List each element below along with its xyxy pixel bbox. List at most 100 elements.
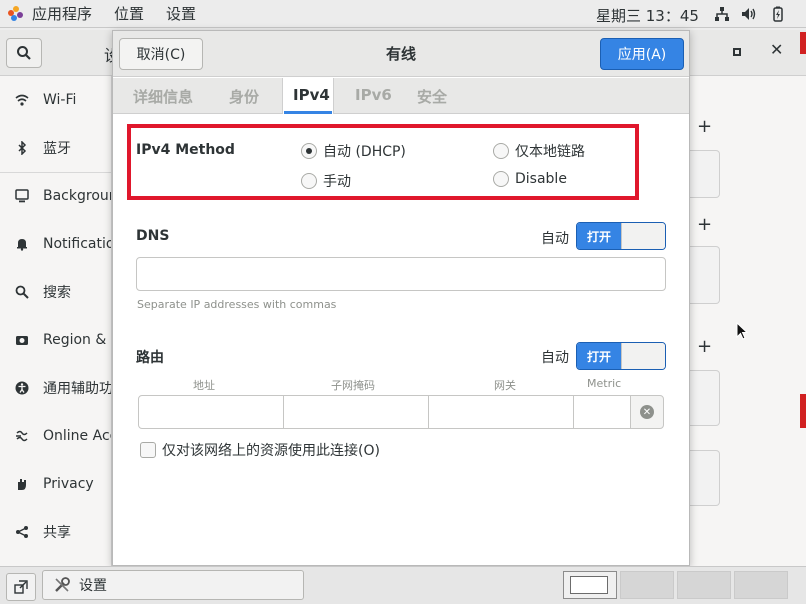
- bell-icon: [15, 237, 29, 251]
- radio-button[interactable]: [493, 171, 509, 187]
- settings-tools-icon: [55, 577, 70, 592]
- add-proxy-icon[interactable]: +: [697, 336, 712, 357]
- route-delete-button[interactable]: ✕: [630, 395, 664, 429]
- sidebar-item-wifi[interactable]: Wi-Fi: [0, 80, 111, 120]
- route-address-input[interactable]: [138, 395, 284, 429]
- clock[interactable]: 星期三 13：45: [596, 5, 699, 26]
- routes-auto-label: 自动: [541, 350, 569, 366]
- search-button[interactable]: [6, 38, 42, 68]
- volume-icon[interactable]: [741, 6, 757, 22]
- checkbox-label: 仅对该网络上的资源使用此连接(O): [162, 443, 380, 459]
- dns-label: DNS: [136, 228, 170, 244]
- workspace-2[interactable]: [620, 571, 674, 599]
- sidebar-item-label: 通用辅助功能: [43, 381, 112, 397]
- sidebar-item-label: Privacy: [43, 476, 94, 492]
- radio-button[interactable]: [301, 173, 317, 189]
- sidebar-item-online-accounts[interactable]: Online Accounts: [0, 416, 111, 456]
- radio-disable[interactable]: Disable: [493, 171, 567, 187]
- radio-label: 仅本地链路: [515, 144, 585, 160]
- bottom-taskbar: 设置: [0, 566, 806, 604]
- switch-on-label: 打开: [577, 343, 621, 369]
- network-row-box[interactable]: [690, 150, 720, 198]
- dns-auto-label: 自动: [541, 231, 569, 247]
- apply-button[interactable]: 应用(A): [600, 38, 684, 70]
- radio-label: 手动: [323, 174, 351, 190]
- sidebar-item-label: 蓝牙: [43, 141, 71, 157]
- tab-ipv4[interactable]: IPv4: [293, 86, 330, 104]
- sidebar-item-background[interactable]: Background: [0, 176, 111, 216]
- battery-icon[interactable]: [770, 6, 786, 22]
- tab-ipv6[interactable]: IPv6: [355, 86, 392, 104]
- gnome-foot-icon[interactable]: [8, 5, 24, 22]
- search-icon: [17, 46, 31, 60]
- dialog-header-bar: 取消(C) 有线 应用(A): [113, 31, 689, 77]
- places-menu[interactable]: 位置: [114, 3, 144, 24]
- maximize-icon[interactable]: [733, 48, 741, 56]
- dialog-tabs: 详细信息 身份 IPv4 IPv6 安全: [113, 78, 689, 114]
- routes-label: 路由: [136, 350, 164, 366]
- sidebar-item-notifications[interactable]: Notifications: [0, 224, 111, 264]
- online-accounts-icon: [15, 429, 29, 443]
- network-row-box[interactable]: [690, 370, 720, 426]
- sidebar-item-search[interactable]: 搜索: [0, 272, 111, 312]
- show-desktop-button[interactable]: [6, 573, 36, 601]
- top-bar: 应用程序 位置 设置 星期三 13：45: [0, 0, 806, 28]
- sidebar-item-label: 搜索: [43, 285, 71, 301]
- dns-input[interactable]: [136, 257, 666, 291]
- sidebar-item-bluetooth[interactable]: 蓝牙: [0, 128, 111, 168]
- radio-automatic-dhcp[interactable]: 自动 (DHCP): [301, 141, 406, 161]
- dns-auto-switch[interactable]: 打开: [576, 222, 666, 250]
- sidebar-item-sharing[interactable]: 共享: [0, 512, 111, 552]
- column-header-gateway: 网关: [494, 379, 516, 392]
- radio-label: 自动 (DHCP): [323, 144, 406, 160]
- sidebar-item-label: 共享: [43, 525, 71, 541]
- radio-button[interactable]: [301, 143, 317, 159]
- workspace-1[interactable]: [563, 571, 617, 599]
- sidebar-item-label: Background: [43, 188, 111, 204]
- close-icon[interactable]: ✕: [770, 40, 783, 59]
- radio-button[interactable]: [493, 143, 509, 159]
- switch-knob[interactable]: [621, 223, 665, 249]
- workspace-3[interactable]: [677, 571, 731, 599]
- add-vpn-icon[interactable]: +: [697, 214, 712, 235]
- network-row-box[interactable]: [690, 246, 720, 304]
- sidebar-item-label: Region & Language: [43, 332, 111, 348]
- switch-knob[interactable]: [621, 343, 665, 369]
- tab-identity[interactable]: 身份: [229, 86, 259, 107]
- taskbar-window-label: 设置: [79, 578, 107, 594]
- tab-security[interactable]: 安全: [417, 86, 447, 107]
- column-header-netmask: 子网掩码: [331, 379, 375, 392]
- sidebar-item-label: Notifications: [43, 236, 111, 252]
- route-gateway-input[interactable]: [428, 395, 574, 429]
- add-connection-icon[interactable]: +: [697, 116, 712, 137]
- sidebar-divider: [0, 172, 111, 173]
- sidebar-item-accessibility[interactable]: 通用辅助功能: [0, 368, 112, 408]
- sidebar-item-label: Online Accounts: [43, 428, 111, 444]
- red-indicator: [800, 394, 806, 428]
- restrict-to-network-option[interactable]: 仅对该网络上的资源使用此连接(O): [140, 440, 380, 460]
- route-metric-input[interactable]: [573, 395, 631, 429]
- bluetooth-icon: [15, 141, 29, 155]
- radio-label: Disable: [515, 171, 567, 187]
- settings-sidebar: Wi-Fi 蓝牙 Background Notifications 搜索: [0, 76, 112, 566]
- tab-details[interactable]: 详细信息: [133, 86, 193, 107]
- column-header-address: 地址: [193, 379, 215, 392]
- applications-menu[interactable]: 应用程序: [32, 3, 92, 24]
- radio-link-local[interactable]: 仅本地链路: [493, 141, 585, 161]
- route-netmask-input[interactable]: [283, 395, 429, 429]
- checkbox[interactable]: [140, 442, 156, 458]
- sidebar-item-privacy[interactable]: Privacy: [0, 464, 111, 504]
- radio-manual[interactable]: 手动: [301, 171, 351, 191]
- wifi-icon: [15, 93, 29, 107]
- network-wired-icon[interactable]: [714, 6, 730, 22]
- taskbar-settings-window[interactable]: 设置: [42, 570, 304, 600]
- workspace-4[interactable]: [734, 571, 788, 599]
- red-indicator: [800, 32, 806, 54]
- ipv4-method-label: IPv4 Method: [136, 142, 235, 158]
- tab-active-underline: [284, 111, 332, 114]
- routes-auto-switch[interactable]: 打开: [576, 342, 666, 370]
- settings-menu[interactable]: 设置: [166, 3, 196, 24]
- network-row-box[interactable]: [690, 450, 720, 506]
- sidebar-item-region[interactable]: Region & Language: [0, 320, 111, 360]
- switch-on-label: 打开: [577, 223, 621, 249]
